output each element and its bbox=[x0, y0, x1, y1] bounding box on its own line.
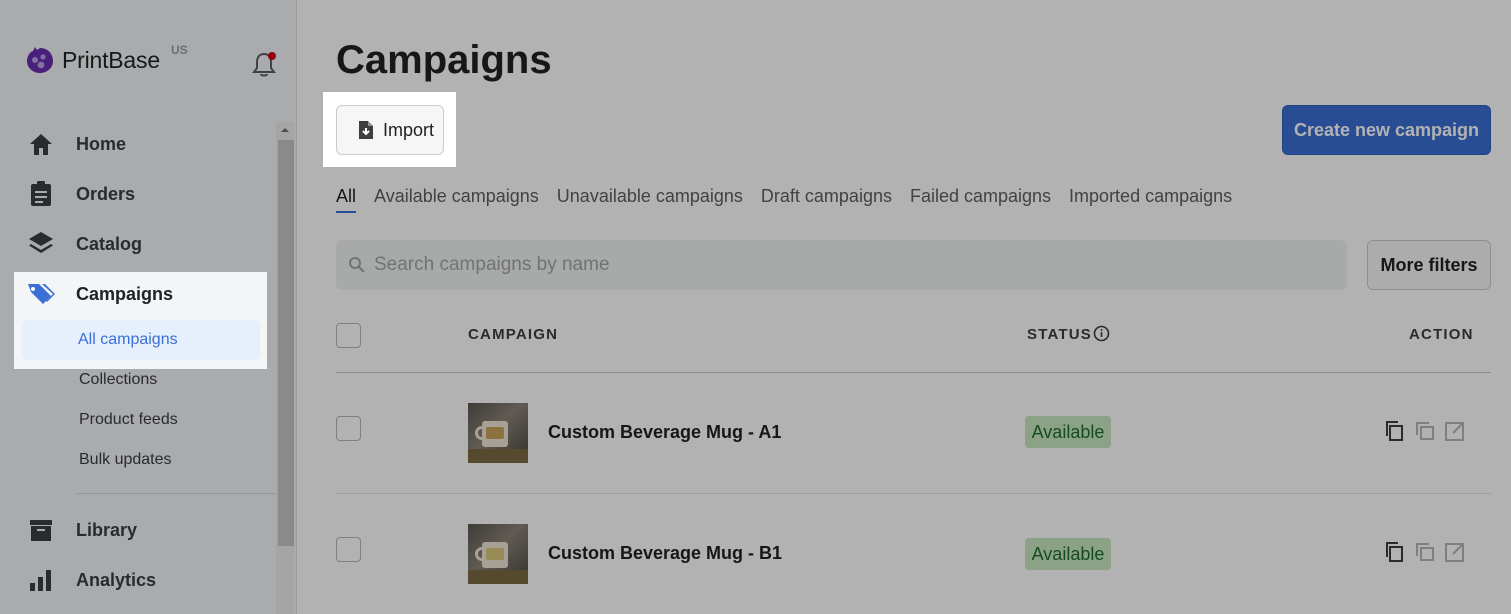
select-all-checkbox[interactable] bbox=[336, 323, 361, 348]
tab-unavailable[interactable]: Unavailable campaigns bbox=[557, 186, 743, 213]
tags-icon bbox=[28, 284, 55, 304]
brand-name: PrintBase bbox=[62, 46, 160, 73]
campaign-name[interactable]: Custom Beverage Mug - B1 bbox=[548, 543, 782, 564]
tab-imported[interactable]: Imported campaigns bbox=[1069, 186, 1232, 213]
scroll-up-arrow-icon[interactable] bbox=[279, 124, 291, 136]
sidebar-item-analytics[interactable]: Analytics bbox=[26, 564, 156, 596]
import-button-label: Import bbox=[383, 119, 435, 140]
sidebar-label-orders: Orders bbox=[76, 183, 136, 204]
sidebar-label-home: Home bbox=[76, 133, 127, 154]
home-icon bbox=[30, 134, 52, 155]
sidebar-subitem-collections[interactable]: Collections bbox=[79, 371, 157, 389]
product-thumbnail[interactable] bbox=[468, 524, 528, 584]
sidebar-label-catalog: Catalog bbox=[76, 233, 143, 254]
sidebar-label-analytics: Analytics bbox=[76, 569, 157, 590]
sidebar-item-library[interactable]: Library bbox=[26, 514, 137, 546]
layers-icon bbox=[29, 232, 53, 253]
tab-available[interactable]: Available campaigns bbox=[374, 186, 539, 213]
row-checkbox[interactable] bbox=[336, 537, 361, 562]
sidebar-item-catalog[interactable]: Catalog bbox=[26, 228, 142, 260]
search-icon bbox=[349, 257, 365, 273]
product-thumbnail[interactable] bbox=[468, 403, 528, 463]
notification-bell-icon[interactable] bbox=[251, 50, 277, 78]
bar-chart-icon bbox=[30, 570, 51, 591]
import-button[interactable]: Import bbox=[336, 105, 444, 155]
row-divider bbox=[336, 493, 1491, 494]
campaign-name[interactable]: Custom Beverage Mug - A1 bbox=[548, 422, 781, 443]
sidebar-label-library: Library bbox=[76, 519, 138, 540]
clone-icon[interactable] bbox=[1414, 420, 1436, 442]
sidebar-subitem-product-feeds[interactable]: Product feeds bbox=[79, 411, 178, 429]
status-badge: Available bbox=[1025, 538, 1111, 570]
sidebar-scrollbar-thumb[interactable] bbox=[278, 140, 294, 546]
archive-icon bbox=[30, 520, 52, 541]
search-input[interactable]: Search campaigns by name bbox=[336, 240, 1347, 290]
clone-icon[interactable] bbox=[1414, 541, 1436, 563]
sidebar-subitem-all-campaigns[interactable]: All campaigns bbox=[22, 320, 260, 360]
brand-region: US bbox=[171, 43, 188, 57]
printbase-logo-icon bbox=[27, 47, 53, 73]
sidebar-item-home[interactable]: Home bbox=[26, 128, 126, 160]
row-checkbox[interactable] bbox=[336, 416, 361, 441]
brand[interactable]: PrintBase US bbox=[26, 43, 188, 74]
tab-all[interactable]: All bbox=[336, 186, 357, 213]
sidebar-item-orders[interactable]: Orders bbox=[26, 178, 135, 210]
sidebar-subitem-label: All campaigns bbox=[78, 331, 178, 348]
create-new-campaign-button[interactable]: Create new campaign bbox=[1282, 105, 1491, 155]
info-icon[interactable] bbox=[1093, 325, 1110, 342]
external-link-icon[interactable] bbox=[1444, 420, 1466, 442]
campaign-tabs: All Available campaigns Unavailable camp… bbox=[336, 186, 1250, 213]
duplicate-icon[interactable] bbox=[1384, 420, 1406, 442]
sidebar-item-campaigns[interactable]: Campaigns bbox=[26, 278, 173, 310]
main-content: Campaigns Import Create new campaign All… bbox=[298, 0, 1511, 614]
sidebar: PrintBase US Home Orders Catalog Campaig… bbox=[0, 0, 297, 614]
table-header-divider bbox=[336, 372, 1491, 373]
duplicate-icon[interactable] bbox=[1384, 541, 1406, 563]
column-header-campaign[interactable]: CAMPAIGN bbox=[468, 326, 558, 343]
more-filters-button[interactable]: More filters bbox=[1367, 240, 1491, 290]
clipboard-icon bbox=[31, 181, 51, 206]
external-link-icon[interactable] bbox=[1444, 541, 1466, 563]
column-header-status[interactable]: STATUS bbox=[1027, 326, 1092, 343]
tab-draft[interactable]: Draft campaigns bbox=[761, 186, 892, 213]
sidebar-subitem-bulk-updates[interactable]: Bulk updates bbox=[79, 451, 172, 469]
sidebar-divider bbox=[76, 493, 276, 494]
status-badge: Available bbox=[1025, 416, 1111, 448]
notification-dot bbox=[268, 52, 276, 60]
column-header-action: ACTION bbox=[1409, 326, 1474, 343]
search-placeholder: Search campaigns by name bbox=[374, 254, 610, 275]
tab-failed[interactable]: Failed campaigns bbox=[910, 186, 1051, 213]
sidebar-label-campaigns: Campaigns bbox=[76, 283, 174, 304]
import-file-icon bbox=[359, 121, 373, 139]
page-title: Campaigns bbox=[336, 38, 552, 82]
